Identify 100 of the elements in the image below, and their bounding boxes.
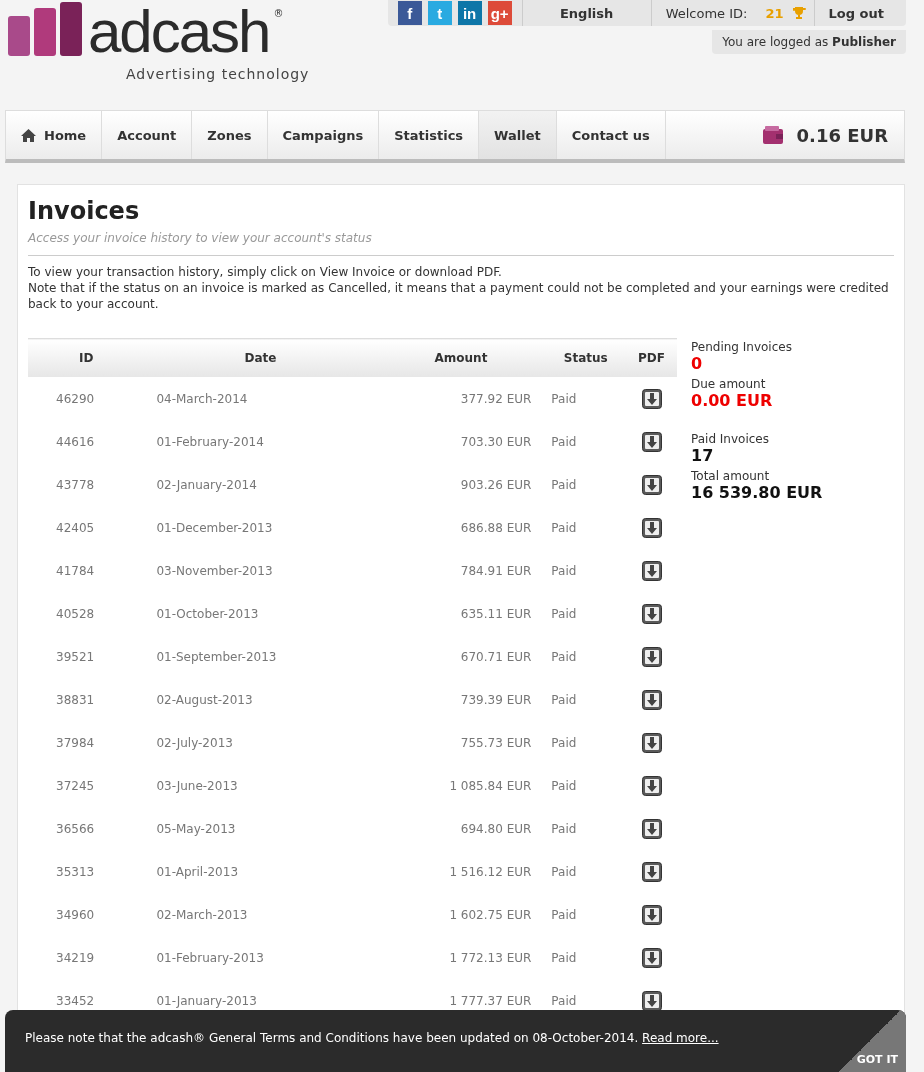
table-cell: 1 777.37 EUR <box>449 993 532 1008</box>
download-icon[interactable] <box>641 431 662 452</box>
download-icon[interactable] <box>641 646 662 667</box>
download-icon[interactable] <box>641 861 662 882</box>
table-cell: 01-October-2013 <box>156 606 259 621</box>
logo-bars-icon <box>8 2 84 56</box>
summary-value: 0 <box>691 354 704 373</box>
summary-label: Pending Invoices <box>691 340 793 354</box>
summary-value: 17 <box>691 446 715 465</box>
table-cell: 739.39 EUR <box>460 692 532 707</box>
language-selector[interactable]: English <box>521 0 651 26</box>
nav-tab[interactable]: Account <box>102 111 193 159</box>
wallet-icon <box>762 126 783 144</box>
table-cell: 01-December-2013 <box>156 520 273 535</box>
table-cell: Paid <box>551 735 577 750</box>
summary-value: 0.00 EUR <box>691 391 774 410</box>
nav-tab[interactable]: Wallet <box>479 111 557 159</box>
table-cell: Paid <box>551 692 577 707</box>
intro-text: To view your transaction history, simply click on View Invoice or download PDF. <box>28 264 503 280</box>
table-cell: 670.71 EUR <box>460 649 532 664</box>
table-cell: 38831 <box>56 692 95 707</box>
table-cell: Paid <box>551 907 577 922</box>
table-cell: 02-March-2013 <box>156 907 248 922</box>
table-cell: 34960 <box>56 907 95 922</box>
download-icon[interactable] <box>641 474 662 495</box>
table-cell: 703.30 EUR <box>460 434 532 449</box>
nav-tab[interactable]: Campaigns <box>267 111 380 159</box>
table-cell: 03-June-2013 <box>156 778 238 793</box>
table-cell: 33452 <box>56 993 95 1008</box>
download-icon[interactable] <box>641 560 662 581</box>
table-cell: 44616 <box>56 434 95 449</box>
table-cell: Paid <box>551 606 577 621</box>
table-cell: 1 772.13 EUR <box>449 950 532 965</box>
table-cell: Paid <box>551 520 577 535</box>
summary-label: Total amount <box>691 469 771 483</box>
table-cell: Paid <box>551 434 577 449</box>
table-cell: 02-July-2013 <box>156 735 233 750</box>
table-cell: 35313 <box>56 864 95 879</box>
table-cell: 01-January-2013 <box>156 993 257 1008</box>
terms-notice-text: Please note that the adcash® General Terms and Conditions have been updated on 08-October-2014. Read more... <box>25 1031 719 1045</box>
table-cell: 05-May-2013 <box>156 821 236 836</box>
table-cell: 01-February-2013 <box>156 950 264 965</box>
welcome-id: 21 <box>765 5 784 21</box>
page-subtitle: Access your invoice history to view your account's status <box>28 231 894 256</box>
facebook-icon[interactable]: f <box>397 1 422 25</box>
table-cell: Paid <box>551 477 577 492</box>
table-cell: 40528 <box>56 606 95 621</box>
read-more-link[interactable]: Read more... <box>642 1031 719 1045</box>
table-cell: 01-February-2014 <box>156 434 264 449</box>
nav-tab[interactable]: Zones <box>192 111 268 159</box>
table-cell: 04-March-2014 <box>156 391 248 406</box>
registered-mark: ® <box>273 8 284 19</box>
column-header: PDF <box>638 351 665 365</box>
table-cell: 1 602.75 EUR <box>449 907 532 922</box>
download-icon[interactable] <box>641 388 662 409</box>
table-cell: Paid <box>551 950 577 965</box>
table-cell: Paid <box>551 391 577 406</box>
download-icon[interactable] <box>641 775 662 796</box>
table-cell: 903.26 EUR <box>460 477 532 492</box>
nav-tab[interactable]: Home <box>6 111 103 159</box>
table-cell: Paid <box>551 864 577 879</box>
download-icon[interactable] <box>641 818 662 839</box>
logged-as-text: You are logged as Publisher <box>712 30 906 54</box>
linkedin-icon[interactable]: in <box>457 1 482 25</box>
home-icon <box>21 128 36 142</box>
download-icon[interactable] <box>641 689 662 710</box>
table-cell: 37245 <box>56 778 95 793</box>
download-icon[interactable] <box>641 947 662 968</box>
page-title: Invoices <box>28 197 141 225</box>
table-cell: 37984 <box>56 735 95 750</box>
table-cell: Paid <box>551 778 577 793</box>
table-cell: 1 516.12 EUR <box>449 864 532 879</box>
summary-label: Due amount <box>691 377 767 391</box>
table-cell: 46290 <box>56 391 95 406</box>
column-header: Status <box>563 351 608 365</box>
table-cell: 01-April-2013 <box>156 864 239 879</box>
table-cell: 02-January-2014 <box>156 477 257 492</box>
table-cell: 42405 <box>56 520 95 535</box>
logo-tagline: Advertising technology <box>126 66 310 82</box>
download-icon[interactable] <box>641 603 662 624</box>
table-cell: Paid <box>551 821 577 836</box>
table-cell: 03-November-2013 <box>156 563 273 578</box>
logout-link[interactable]: Log out <box>813 0 898 26</box>
welcome-label: Welcome ID: <box>650 0 762 26</box>
table-cell: 635.11 EUR <box>460 606 532 621</box>
column-header: ID <box>78 351 94 365</box>
summary-value: 16 539.80 EUR <box>691 483 823 502</box>
table-cell: 02-August-2013 <box>156 692 253 707</box>
download-icon[interactable] <box>641 732 662 753</box>
table-cell: 43778 <box>56 477 95 492</box>
logo-wordmark: adcash <box>88 2 270 62</box>
column-header: Date <box>244 351 277 365</box>
download-icon[interactable] <box>641 904 662 925</box>
nav-tab[interactable]: Contact us <box>556 111 666 159</box>
download-icon[interactable] <box>641 517 662 538</box>
table-cell: 34219 <box>56 950 95 965</box>
download-icon[interactable] <box>641 990 662 1011</box>
table-cell: Paid <box>551 993 577 1008</box>
googleplus-icon[interactable]: g+ <box>487 1 512 25</box>
table-cell: 784.91 EUR <box>460 563 532 578</box>
